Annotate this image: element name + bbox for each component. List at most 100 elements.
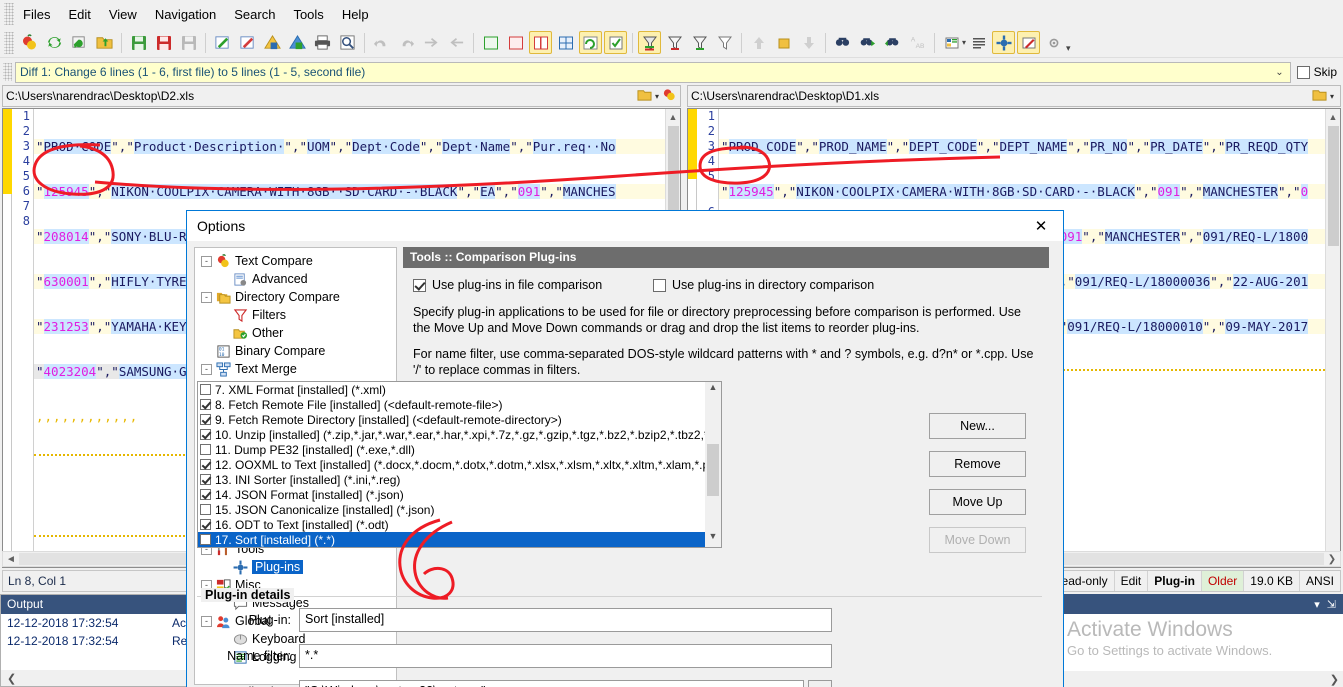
pane-pin-icon[interactable]: ⇲ xyxy=(1327,598,1336,611)
copy-left-icon[interactable] xyxy=(261,31,284,54)
menu-gripper[interactable] xyxy=(4,3,14,25)
print-preview-icon[interactable] xyxy=(336,31,359,54)
plugin-enabled-checkbox[interactable] xyxy=(200,384,211,395)
scrollbar-thumb[interactable] xyxy=(707,444,719,496)
columns-dropdown-arrow-icon[interactable]: ▾ xyxy=(962,38,966,47)
new-compare-icon[interactable] xyxy=(18,31,41,54)
plugin-list-item[interactable]: 12. OOXML to Text [installed] (*.docx,*.… xyxy=(198,457,721,472)
wordwrap-icon[interactable] xyxy=(967,31,990,54)
namefilter-input[interactable]: *.* xyxy=(299,644,832,668)
tree-expander[interactable]: - xyxy=(201,255,212,267)
find-icon[interactable] xyxy=(831,31,854,54)
scroll-up-icon[interactable]: ▲ xyxy=(666,109,681,124)
use-plugins-directory-comparison-checkbox[interactable]: Use plug-ins in directory comparison xyxy=(653,278,874,292)
save-icon[interactable] xyxy=(127,31,150,54)
scroll-down-icon[interactable]: ▼ xyxy=(709,531,718,547)
dialog-scrollbar[interactable] xyxy=(1049,247,1061,685)
split-view-icon[interactable] xyxy=(529,31,552,54)
plugin-list-item[interactable]: 8. Fetch Remote File [installed] (<defau… xyxy=(198,397,721,412)
diff-selector-combo[interactable]: Diff 1: Change 6 lines (1 - 6, first fil… xyxy=(15,61,1291,83)
merge-icon[interactable] xyxy=(579,31,602,54)
plugin-input[interactable]: Sort [installed] xyxy=(299,608,832,632)
toolbar-gripper[interactable] xyxy=(4,31,14,54)
filter-applied-icon[interactable] xyxy=(638,31,661,54)
plugin-list-item[interactable]: 16. ODT to Text [installed] (*.odt) xyxy=(198,517,721,532)
edit-right-icon[interactable] xyxy=(236,31,259,54)
tree-item-text-merge[interactable]: - Text Merge xyxy=(195,360,396,378)
edit-left-icon[interactable] xyxy=(211,31,234,54)
menu-navigation[interactable]: Navigation xyxy=(146,3,225,26)
scroll-left-icon[interactable]: ❮ xyxy=(1,672,16,685)
redo-icon[interactable] xyxy=(395,31,418,54)
file-left-dropdown-icon[interactable]: ▾ xyxy=(655,92,659,101)
recompare-icon[interactable] xyxy=(68,31,91,54)
filter-red-icon[interactable] xyxy=(663,31,686,54)
tree-item-filters[interactable]: Filters xyxy=(195,306,396,324)
checkbox-box[interactable] xyxy=(413,278,426,292)
scroll-left-icon[interactable]: ◄ xyxy=(3,554,19,565)
activate-pane-scrollbar[interactable]: ❯ xyxy=(1043,671,1343,687)
file-right-dropdown-icon[interactable]: ▾ xyxy=(1330,92,1334,101)
checkbox-box[interactable] xyxy=(653,278,666,292)
plugin-enabled-checkbox[interactable] xyxy=(200,534,211,545)
move-up-button[interactable]: Move Up xyxy=(929,489,1026,515)
menu-tools[interactable]: Tools xyxy=(284,3,332,26)
close-icon[interactable]: ✕ xyxy=(1019,212,1063,241)
plugins-list[interactable]: ▲ ▼ 7. XML Format [installed] (*.xml) 8. … xyxy=(197,381,722,548)
scroll-up-icon[interactable]: ▲ xyxy=(709,382,718,398)
plugins-list-scrollbar[interactable]: ▲ ▼ xyxy=(705,382,721,547)
use-plugins-file-comparison-checkbox[interactable]: Use plug-ins in file comparison xyxy=(413,278,653,292)
location-bar-left[interactable] xyxy=(3,109,12,567)
find-prev-icon[interactable] xyxy=(881,31,904,54)
toolbar-overflow-arrow-icon[interactable]: ▾ xyxy=(1066,43,1071,54)
menu-edit[interactable]: Edit xyxy=(59,3,99,26)
save-all-icon[interactable] xyxy=(177,31,200,54)
filter-green-icon[interactable] xyxy=(688,31,711,54)
find-next-icon[interactable] xyxy=(856,31,879,54)
open-file-right-icon[interactable] xyxy=(1312,87,1327,105)
chevron-down-icon[interactable]: ⌄ xyxy=(1275,67,1285,78)
undo-icon[interactable] xyxy=(370,31,393,54)
compare-apples-left-icon[interactable] xyxy=(662,87,677,105)
scroll-up-icon[interactable]: ▲ xyxy=(1326,109,1341,124)
new-plugin-button[interactable]: New... xyxy=(929,413,1026,439)
plugin-list-item[interactable]: 9. Fetch Remote Directory [installed] (<… xyxy=(198,412,721,427)
next-diff-icon[interactable] xyxy=(420,31,443,54)
remove-plugin-button[interactable]: Remove xyxy=(929,451,1026,477)
diffbar-gripper[interactable] xyxy=(3,63,12,81)
open-file-left-icon[interactable] xyxy=(637,87,652,105)
horizontal-scrollbar-right[interactable]: ❯ xyxy=(1063,551,1341,567)
scroll-right-icon[interactable]: ❯ xyxy=(1324,554,1340,565)
tree-expander[interactable]: - xyxy=(201,363,212,375)
copy-right-icon[interactable] xyxy=(286,31,309,54)
tree-item-binary-compare[interactable]: 01 10 Binary Compare xyxy=(195,342,396,360)
move-down-icon[interactable] xyxy=(797,31,820,54)
plugin-enabled-checkbox[interactable] xyxy=(200,414,211,425)
columns-icon[interactable] xyxy=(940,31,963,54)
plugins-icon[interactable] xyxy=(992,31,1016,54)
menu-view[interactable]: View xyxy=(100,3,146,26)
plugin-enabled-checkbox[interactable] xyxy=(200,474,211,485)
plugin-enabled-checkbox[interactable] xyxy=(200,444,211,455)
grid-view-icon[interactable] xyxy=(554,31,577,54)
tree-expander[interactable]: - xyxy=(201,291,212,303)
plugin-list-item[interactable]: 14. JSON Format [installed] (*.json) xyxy=(198,487,721,502)
open-folder-icon[interactable] xyxy=(93,31,116,54)
browse-folder-icon[interactable] xyxy=(808,680,832,687)
application-input[interactable]: "C:\Windows\system32\sort.exe" xyxy=(299,680,804,687)
menu-help[interactable]: Help xyxy=(333,3,378,26)
vertical-scrollbar-right[interactable]: ▲ xyxy=(1325,109,1340,567)
filter-none-icon[interactable] xyxy=(713,31,736,54)
refresh-icon[interactable] xyxy=(43,31,66,54)
stop-icon[interactable] xyxy=(772,31,795,54)
view-right-icon[interactable] xyxy=(504,31,527,54)
plugin-enabled-checkbox[interactable] xyxy=(200,399,211,410)
view-left-icon[interactable] xyxy=(479,31,502,54)
print-icon[interactable] xyxy=(311,31,334,54)
scrollbar-thumb[interactable] xyxy=(1327,126,1339,246)
plugin-enabled-checkbox[interactable] xyxy=(200,504,211,515)
pane-dropdown-icon[interactable]: ▾ xyxy=(1314,598,1320,611)
plugin-enabled-checkbox[interactable] xyxy=(200,429,211,440)
select-all-icon[interactable] xyxy=(604,31,627,54)
plugin-enabled-checkbox[interactable] xyxy=(200,459,211,470)
